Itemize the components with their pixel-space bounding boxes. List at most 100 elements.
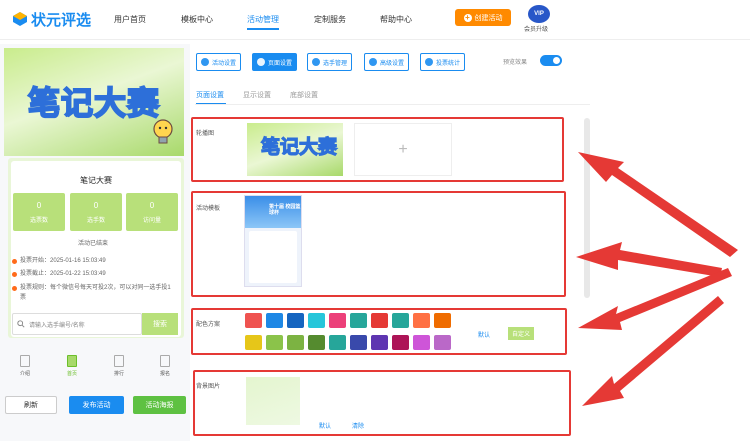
annotation-arrows [576,152,738,406]
stat-votes: 0 选票数 [13,193,65,231]
advanced-settings-button[interactable]: 高级设置 [364,53,410,71]
logo-icon [13,12,27,26]
bullet-icon [12,271,17,277]
background-default-button[interactable]: 默认 [319,421,331,430]
color-swatch[interactable] [413,335,430,350]
nav-item-help[interactable]: 帮助中心 [380,14,412,25]
sliders-icon [369,58,377,66]
subtab-active-indicator [196,103,226,104]
tabbar-label: 报名 [159,371,170,377]
default-color-button[interactable]: 默认 [478,330,490,339]
stat-label: 选票数 [29,218,48,224]
tabbar-item-intro[interactable]: 介绍 [11,355,39,377]
plus-icon: + [398,140,408,158]
activity-card [11,161,181,337]
nav-item-activity-management[interactable]: 活动管理 [247,14,279,25]
nav-active-indicator [247,28,279,30]
gear-icon [257,58,265,66]
info-text: 投票截止：2025-01-22 15:03:49 [20,271,106,277]
activity-poster-button[interactable]: 活动海报 [133,396,186,414]
nav-item-custom-service[interactable]: 定制服务 [314,14,346,25]
color-swatch[interactable] [308,335,325,350]
color-swatch[interactable] [329,313,346,328]
vote-statistics-button[interactable]: 投票统计 [420,53,466,71]
activity-settings-button[interactable]: 活动设置 [196,53,242,71]
color-swatch[interactable] [287,335,304,350]
nav-item-home[interactable]: 用户首页 [114,14,146,25]
signup-icon [160,355,170,367]
stat-label: 访问量 [142,218,161,224]
background-clear-button[interactable]: 清除 [352,421,364,430]
vip-upgrade-label[interactable]: 会员升级 [524,24,548,33]
background-image-thumbnail[interactable] [246,377,300,425]
search-button[interactable]: 搜索 [142,313,178,335]
color-scheme-label: 配色方案 [196,322,221,328]
color-swatch[interactable] [392,313,409,328]
tool-label: 投票统计 [436,60,461,67]
info-text: 投票规则：每个微信号每天可投2次，可以对同一选手投1票 [20,285,171,301]
color-swatch[interactable] [413,313,430,328]
create-activity-label: 创建活动 [474,14,503,22]
carousel-label: 轮播图 [196,131,215,137]
activity-title: 笔记大赛 [80,176,112,185]
color-swatch[interactable] [350,335,367,350]
contestant-management-button[interactable]: 选手管理 [307,53,353,71]
color-swatch[interactable] [266,335,283,350]
stat-contestants: 0 选手数 [70,193,122,231]
color-swatch[interactable] [350,313,367,328]
preview-toggle-label: 预览效果 [503,60,528,66]
activity-status: 活动已结束 [78,241,109,247]
publish-activity-button[interactable]: 发布活动 [69,396,124,414]
color-swatch[interactable] [266,313,283,328]
tabbar-label: 介绍 [19,371,30,377]
search-icon [17,320,25,328]
color-swatch[interactable] [245,335,262,350]
plus-icon: + [463,12,472,22]
annotation-arrow-1 [578,152,738,257]
tool-label: 高级设置 [380,60,405,67]
color-swatch[interactable] [287,313,304,328]
color-swatch[interactable] [371,313,388,328]
tool-label: 页面设置 [268,60,293,67]
stat-value: 0 [149,201,155,210]
info-text: 投票开始：2025-01-16 15:03:49 [20,258,106,264]
color-swatch[interactable] [434,335,451,350]
activity-template-thumbnail[interactable]: 第十届 校园篮球杯 [244,195,302,287]
subtab-footer-settings[interactable]: 底部设置 [290,90,318,100]
ranking-icon [114,355,124,367]
color-swatch[interactable] [329,335,346,350]
nav-item-templates[interactable]: 模板中心 [181,14,213,25]
tabbar-label: 首页 [66,371,77,377]
subtab-display-settings[interactable]: 显示设置 [243,90,271,100]
search-placeholder: 请输入选手编号/名称 [29,322,85,329]
tool-label: 活动设置 [212,60,237,67]
preview-toggle[interactable] [540,55,562,66]
tabbar-item-signup[interactable]: 报名 [151,355,179,377]
page-settings-button[interactable]: 页面设置 [252,53,298,71]
home-icon [67,355,77,367]
bullet-icon [12,258,17,264]
add-carousel-image-button[interactable]: + [354,123,452,176]
color-swatch[interactable] [392,335,409,350]
color-swatch[interactable] [308,313,325,328]
vip-icon[interactable]: VIP [528,5,550,23]
color-swatch[interactable] [371,335,388,350]
gear-icon [201,58,209,66]
custom-color-button[interactable]: 自定义 [508,327,535,340]
tool-label: 选手管理 [323,60,348,67]
refresh-button[interactable]: 刷新 [5,396,57,414]
lightbulb-icon [153,119,173,144]
tabbar-item-ranking[interactable]: 排行 [105,355,133,377]
vote-rule-info: 投票规则：每个微信号每天可投2次，可以对同一选手投1票 [12,283,172,303]
tabbar-item-home[interactable]: 首页 [58,355,86,377]
stat-label: 选手数 [86,218,105,224]
annotation-arrow-3 [578,268,732,330]
template-label: 活动模板 [196,206,221,212]
color-swatch-row-1 [245,313,451,328]
brand-logo[interactable]: 状元评选 [12,8,122,30]
contestant-search-input[interactable]: 请输入选手编号/名称 [12,313,142,335]
color-swatch[interactable] [245,313,262,328]
subtab-page-settings[interactable]: 页面设置 [196,90,224,100]
color-swatch[interactable] [434,313,451,328]
create-activity-button[interactable]: + 创建活动 [455,9,511,26]
